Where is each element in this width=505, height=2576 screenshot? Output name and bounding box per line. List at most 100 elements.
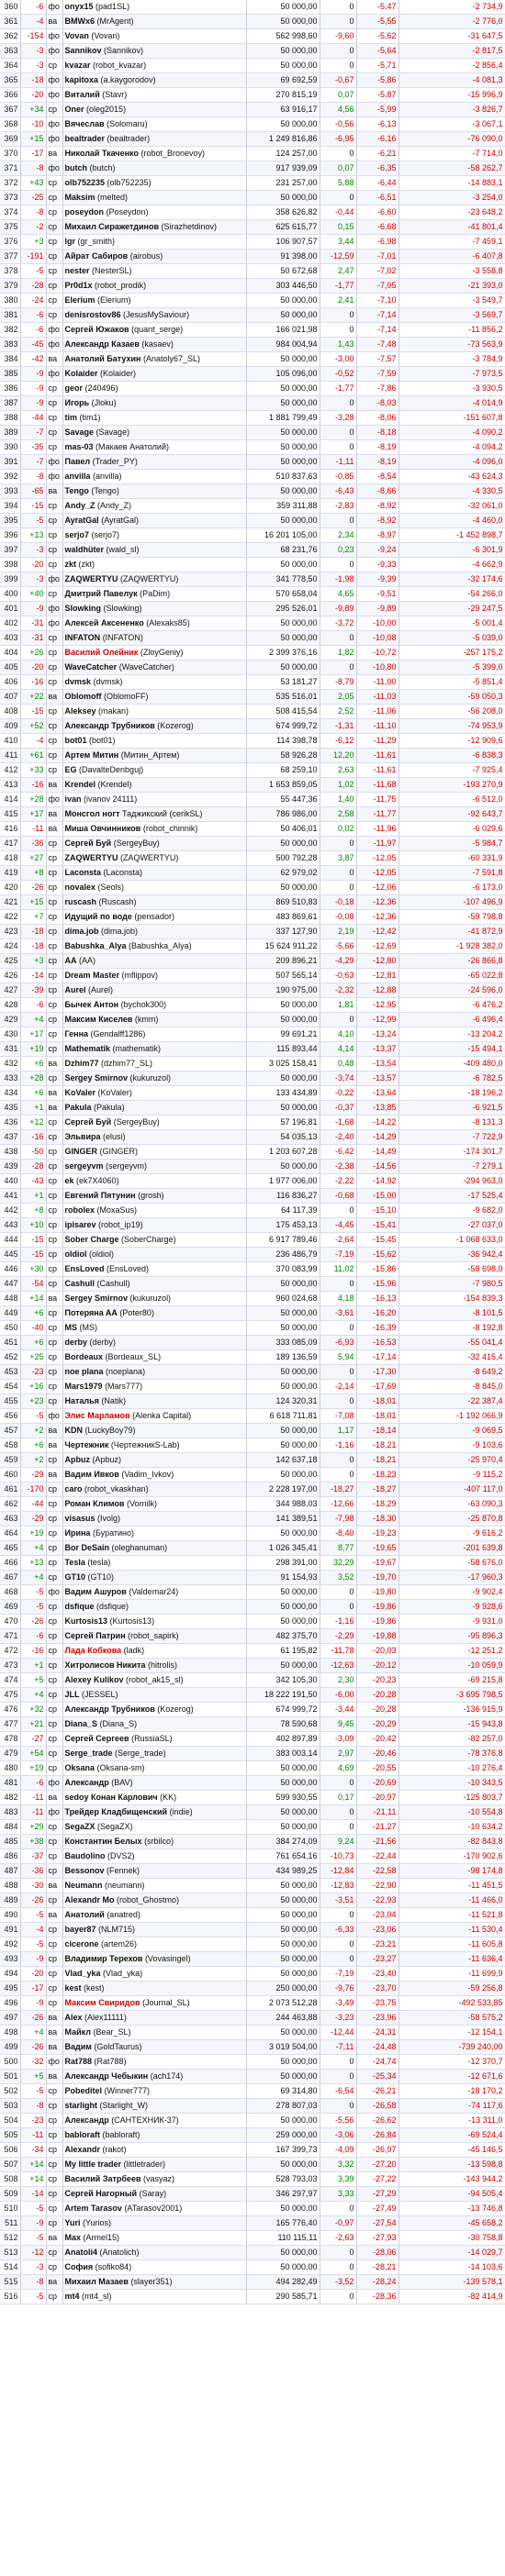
participant-name[interactable]: GINGER — [65, 1147, 98, 1156]
participant-name[interactable]: Alexandr Mo — [65, 1895, 115, 1904]
participant-name[interactable]: Василий Затрбеев — [65, 2174, 141, 2183]
participant-name[interactable]: nester — [65, 266, 90, 275]
participant-name[interactable]: dima.job — [65, 927, 99, 936]
participant-name[interactable]: Aurel — [65, 985, 86, 994]
participant-name[interactable]: Михаил Сиражетдинов — [65, 222, 159, 231]
participant-name[interactable]: noe plana — [65, 1367, 104, 1376]
participant-name[interactable]: Анатолий — [65, 1910, 105, 1919]
participant-name[interactable]: MS — [65, 1323, 78, 1332]
participant-name[interactable]: mas-03 — [65, 442, 94, 451]
participant-name[interactable]: Sergey Smirnov — [65, 1294, 129, 1303]
participant-name[interactable]: София — [65, 2262, 94, 2271]
participant-name[interactable]: EG — [65, 765, 77, 774]
participant-name[interactable]: kest — [65, 1983, 82, 1993]
participant-name[interactable]: Эльвира — [65, 1132, 101, 1141]
participant-name[interactable]: starlight — [65, 2101, 98, 2110]
participant-name[interactable]: olb752235 — [65, 178, 106, 187]
participant-name[interactable]: Майкл — [65, 2027, 91, 2037]
participant-name[interactable]: Baudolino — [65, 1851, 106, 1860]
participant-name[interactable]: Pakula — [65, 1103, 92, 1112]
participant-name[interactable]: Чертежник — [65, 1440, 109, 1449]
participant-name[interactable]: Хитролисов Никита — [65, 1660, 146, 1670]
participant-name[interactable]: Сергей Буй — [65, 838, 112, 848]
participant-name[interactable]: bealtrader — [65, 134, 106, 143]
participant-name[interactable]: Alexey Kulikov — [65, 1675, 124, 1684]
participant-name[interactable]: Andy_Z — [65, 501, 95, 510]
participant-name[interactable]: Oksana — [65, 1763, 95, 1772]
participant-name[interactable]: Александр Трубников — [65, 721, 155, 730]
participant-name[interactable]: Vlad_yka — [65, 1969, 101, 1978]
participant-name[interactable]: Alexandr — [65, 2145, 101, 2154]
participant-name[interactable]: robolex — [65, 1205, 95, 1215]
participant-name[interactable]: Трейдер Кладбищенский — [65, 1807, 168, 1816]
participant-name[interactable]: Tengo — [65, 486, 89, 495]
participant-name[interactable]: Bordeaux — [65, 1352, 104, 1361]
participant-name[interactable]: Сергей Буй — [65, 1117, 112, 1127]
participant-name[interactable]: Tesla — [65, 1558, 85, 1567]
participant-name[interactable]: Дмитрий Павелук — [65, 589, 138, 598]
participant-name[interactable]: Pobeditel — [65, 2086, 103, 2095]
participant-name[interactable]: Игорь — [65, 398, 90, 407]
participant-name[interactable]: Алексей Аксененко — [65, 618, 144, 627]
participant-name[interactable]: dvmsk — [65, 677, 92, 686]
participant-name[interactable]: JLL — [65, 1690, 80, 1699]
participant-name[interactable]: ivan — [65, 794, 82, 804]
participant-name[interactable]: Max — [65, 2233, 82, 2242]
participant-name[interactable]: AyratGal — [65, 516, 99, 525]
participant-name[interactable]: KoValer — [65, 1088, 96, 1097]
participant-name[interactable]: derby — [65, 1338, 88, 1347]
participant-name[interactable]: onyx15 — [65, 2, 94, 11]
participant-name[interactable]: Oner — [65, 105, 84, 114]
participant-name[interactable]: Slowking — [65, 604, 102, 613]
participant-name[interactable]: Anatoli4 — [65, 2248, 98, 2257]
participant-name[interactable]: INFATON — [65, 633, 101, 642]
participant-name[interactable]: tim — [65, 413, 78, 422]
participant-name[interactable]: Элис Марламов — [65, 1411, 130, 1420]
participant-name[interactable]: Rat788 — [65, 2057, 93, 2066]
participant-name[interactable]: Dzhim77 — [65, 1059, 99, 1068]
participant-name[interactable]: Александр — [65, 2115, 109, 2125]
participant-name[interactable]: Artem Tarasov — [65, 2204, 122, 2213]
participant-name[interactable]: Николай Ткаченко — [65, 149, 139, 158]
participant-name[interactable]: Sober Charge — [65, 1235, 119, 1244]
participant-name[interactable]: Александр Чебыкин — [65, 2071, 149, 2081]
participant-name[interactable]: ipisarev — [65, 1220, 96, 1229]
participant-name[interactable]: SegaZX — [65, 1822, 95, 1831]
participant-name[interactable]: Laconsta — [65, 868, 102, 877]
participant-name[interactable]: KDN — [65, 1426, 84, 1435]
participant-name[interactable]: Артем Митин — [65, 750, 119, 760]
participant-name[interactable]: bayer87 — [65, 1925, 96, 1934]
participant-name[interactable]: Виталий — [65, 90, 100, 99]
participant-name[interactable]: Роман Климов — [65, 1499, 125, 1508]
participant-name[interactable]: babloraft — [65, 2130, 101, 2139]
participant-name[interactable]: ek — [65, 1176, 74, 1185]
participant-name[interactable]: Mathematik — [65, 1044, 111, 1053]
participant-name[interactable]: Анатолий Батухин — [65, 354, 141, 363]
participant-name[interactable]: My little trader — [65, 2160, 122, 2169]
participant-name[interactable]: mt4 — [65, 2292, 80, 2301]
participant-name[interactable]: Наталья — [65, 1396, 99, 1405]
participant-name[interactable]: Serge_trade — [65, 1749, 113, 1758]
participant-name[interactable]: Mars1979 — [65, 1382, 103, 1391]
participant-name[interactable]: Сергей Южаков — [65, 325, 129, 334]
participant-name[interactable]: sedoy Конан Карлович — [65, 1793, 158, 1802]
participant-name[interactable]: Bor DeSain — [65, 1543, 110, 1552]
participant-name[interactable]: Diana_S — [65, 1719, 98, 1728]
participant-name[interactable]: sergeyvm — [65, 1161, 104, 1171]
participant-name[interactable]: lgr — [65, 237, 76, 246]
participant-name[interactable]: Сергей Нагорный — [65, 2189, 138, 2198]
participant-name[interactable]: Михаил Мазаев — [65, 2277, 129, 2286]
participant-name[interactable]: ZAQWERTYU — [65, 853, 118, 862]
participant-name[interactable]: Сергей Сергеев — [65, 1734, 129, 1743]
participant-name[interactable]: Павел — [65, 457, 91, 466]
participant-name[interactable]: dsfique — [65, 1602, 95, 1611]
participant-name[interactable]: Krendel — [65, 780, 96, 789]
participant-name[interactable]: Вадим — [65, 2042, 92, 2051]
participant-name[interactable]: Вадим Ивков — [65, 1470, 119, 1479]
participant-name[interactable]: Бычек Антон — [65, 1000, 119, 1009]
participant-name[interactable]: Oblomoff — [65, 692, 102, 701]
participant-name[interactable]: Потерянa AA — [65, 1308, 118, 1317]
participant-name[interactable]: anvilla — [65, 472, 91, 481]
participant-name[interactable]: poseydon — [65, 207, 105, 217]
participant-name[interactable]: Babushka_Alya — [65, 941, 127, 950]
